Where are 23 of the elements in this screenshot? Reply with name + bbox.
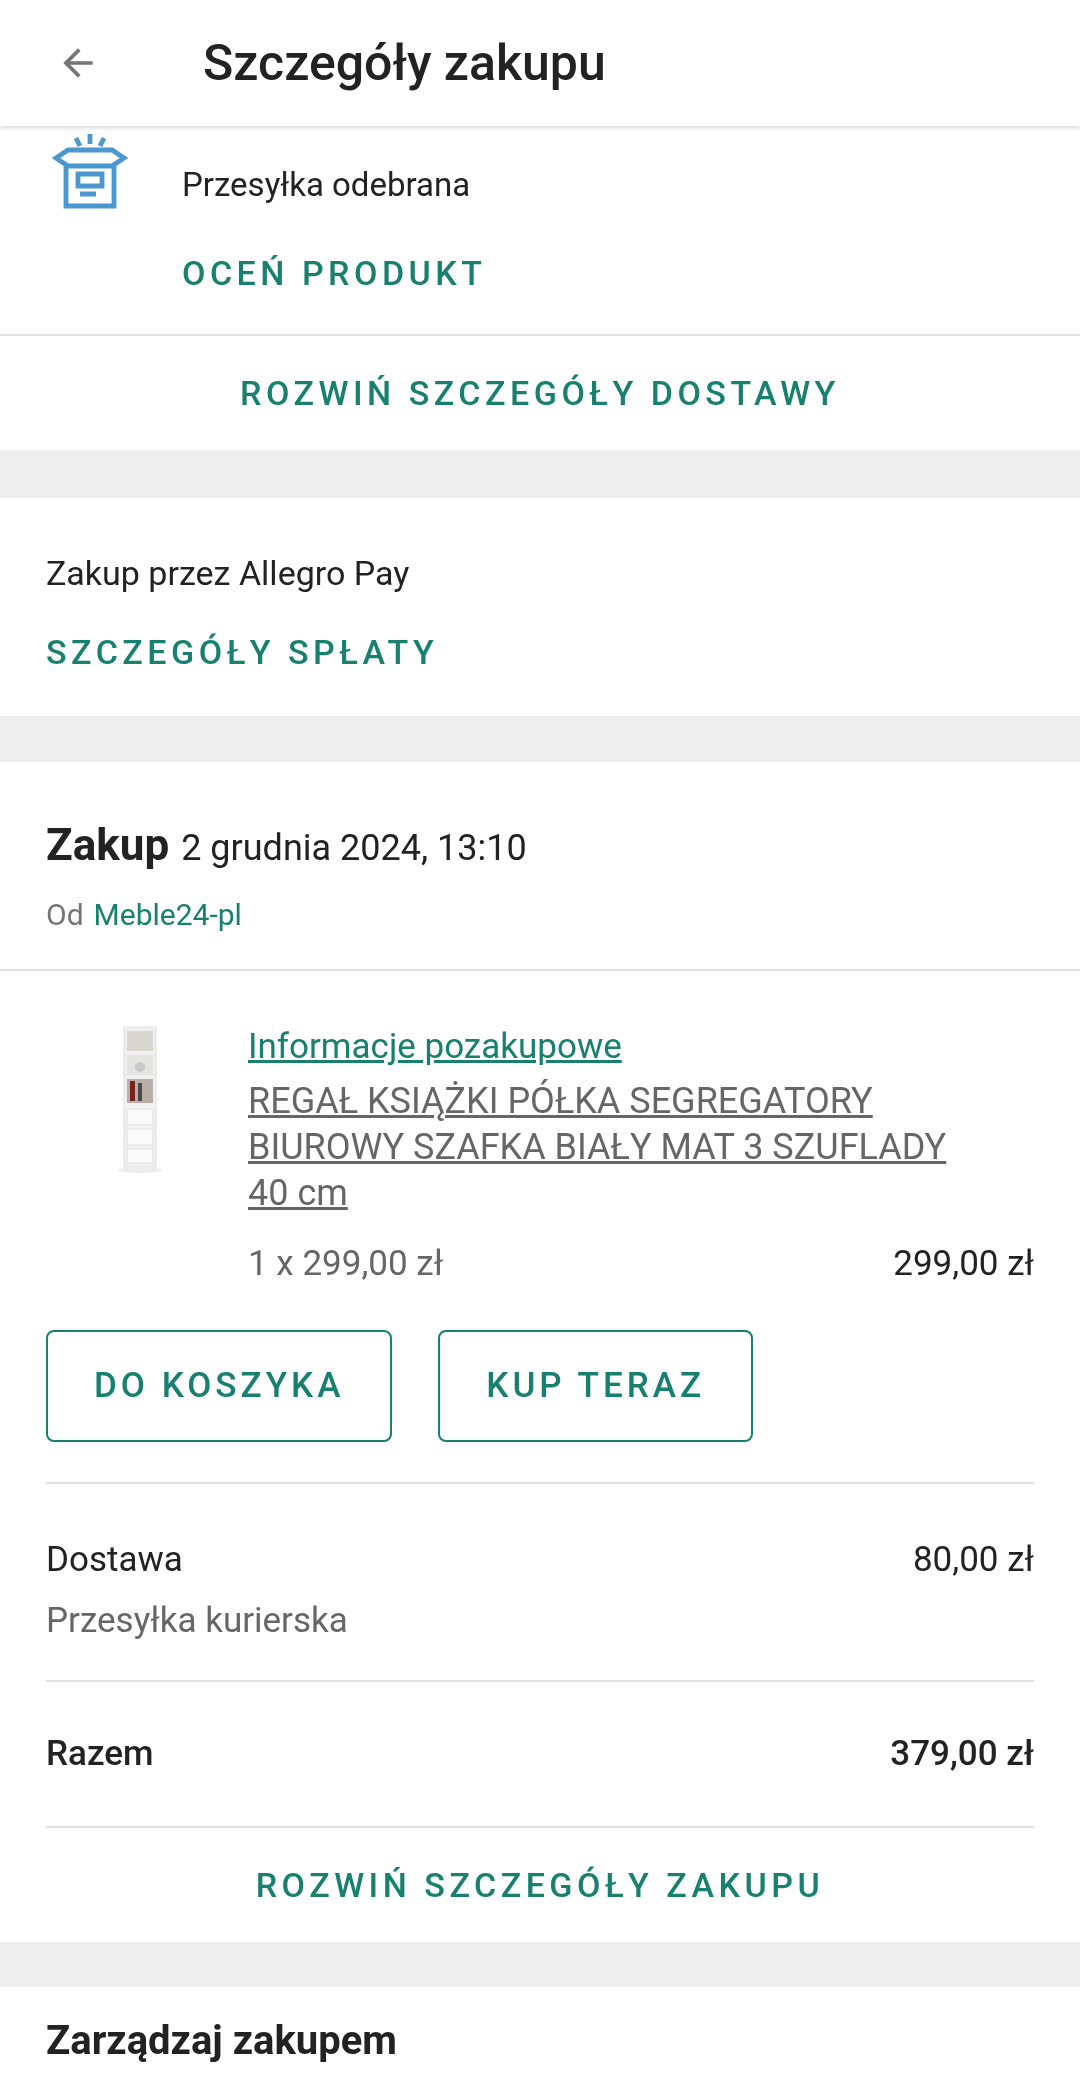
repayment-details-link[interactable]: SZCZEGÓŁY SPŁATY (46, 627, 439, 678)
rate-product-link[interactable]: OCEŃ PRODUKT (182, 247, 487, 299)
product-name-link[interactable]: REGAŁ KSIĄŻKI PÓŁKA SEGREGATORY BIUROWY SZAFKA BIAŁY MAT 3 SZUFLADY 40 cm (248, 1077, 978, 1216)
expand-purchase-details-link[interactable]: ROZWIŃ SZCZEGÓŁY ZAKUPU (255, 1859, 825, 1911)
seller-prefix: Od (46, 896, 84, 934)
item-total: 299,00 zł (893, 1241, 1034, 1286)
post-purchase-info-link[interactable]: Informacje pozakupowe (248, 1021, 622, 1074)
total-label: Razem (46, 1731, 154, 1776)
outline-button[interactable]: DO KOSZYKA (46, 1330, 393, 1442)
expand-delivery-details-link[interactable]: ROZWIŃ SZCZEGÓŁY DOSTAWY (240, 367, 840, 419)
quantity-price: 1 x 299,00 zł (248, 1241, 444, 1286)
delivery-label: Dostawa (46, 1538, 184, 1582)
outline-button[interactable]: KUP TERAZ (438, 1330, 754, 1442)
purchase-label: Zakup (46, 818, 170, 873)
page-title: Szczegóły zakupu (203, 32, 606, 94)
delivery-price: 80,00 zł (912, 1538, 1034, 1582)
delivery-method: Przesyłka kurierska (46, 1598, 348, 1643)
total-value: 379,00 zł (890, 1731, 1034, 1776)
payment-method: Zakup przez Allegro Pay (46, 552, 410, 595)
delivery-status: Przesyłka odebrana (182, 164, 471, 206)
purchase-date: 2 grudnia 2024, 13:10 (181, 826, 527, 871)
seller-link[interactable]: Meble24-pl (93, 892, 242, 937)
section-title: Zarządzaj zakupem (46, 2017, 397, 2064)
